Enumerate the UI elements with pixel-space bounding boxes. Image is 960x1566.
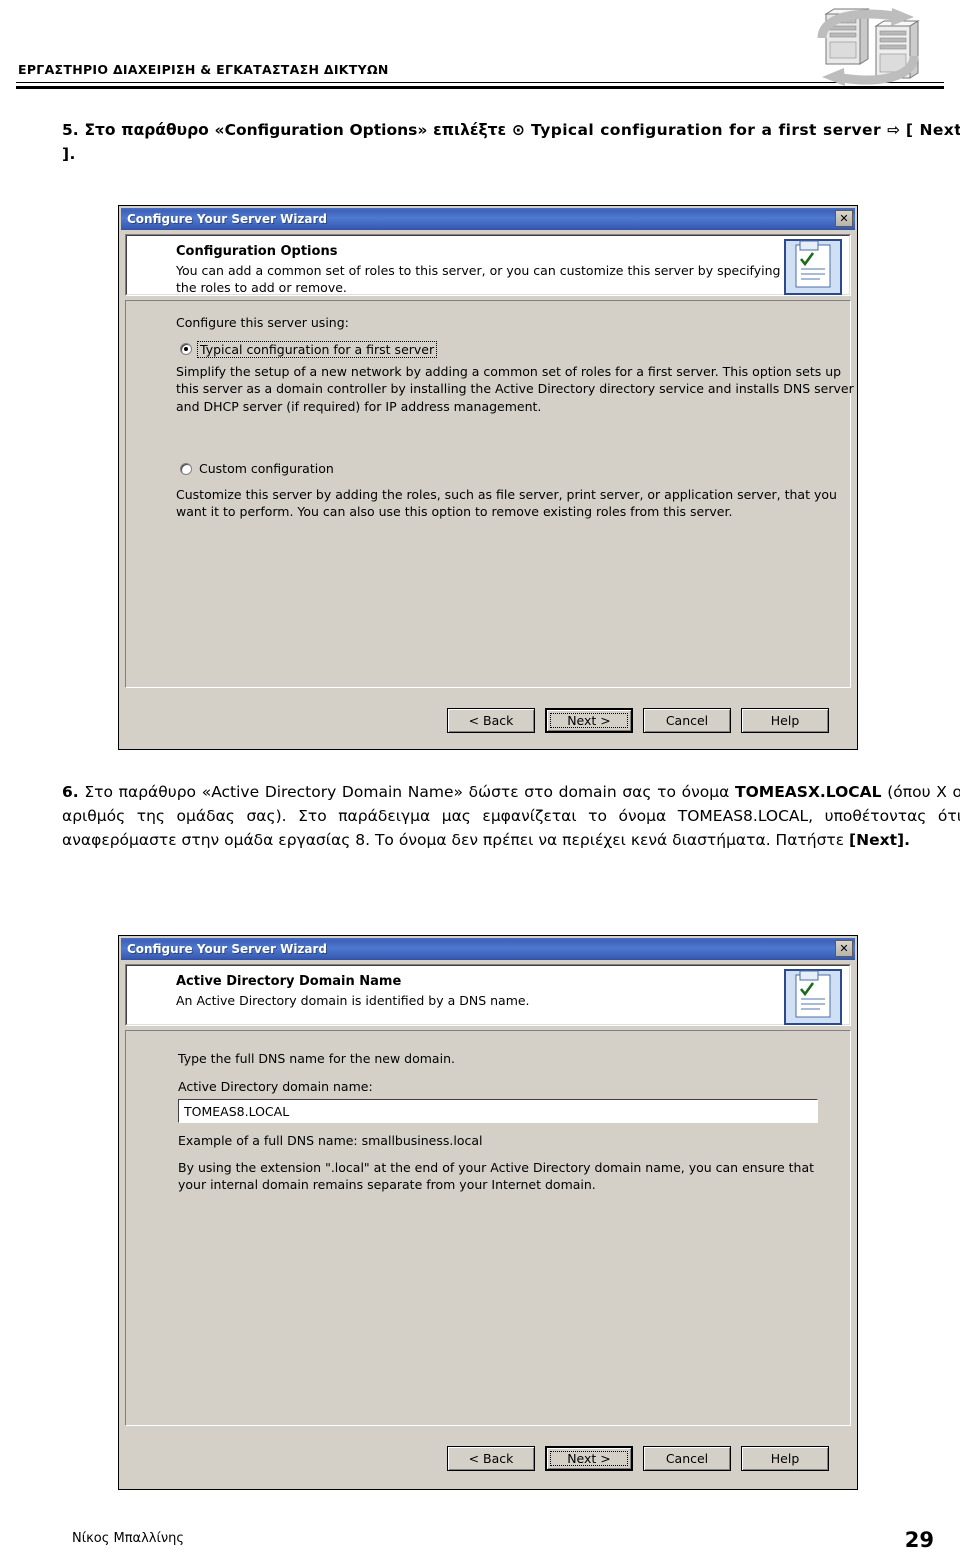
wizard-checklist-icon bbox=[784, 969, 842, 1025]
next-button-focus-ring bbox=[550, 713, 628, 728]
step-6-number: 6. bbox=[62, 783, 79, 801]
help-button[interactable]: Help bbox=[741, 708, 829, 733]
close-icon[interactable]: ✕ bbox=[835, 210, 853, 227]
dialog2-button-row: < Back Next > Cancel Help bbox=[447, 1446, 829, 1471]
page-header: ΕΡΓΑΣΤΗΡΙΟ ΔΙΑΧΕΙΡΙΣΗ & ΕΓΚΑΤΑΣΤΑΣΗ ΔΙΚΤ… bbox=[0, 0, 960, 96]
dialog2-body: Active Directory Domain Name An Active D… bbox=[121, 960, 855, 1487]
dialog1-header-subtitle: You can add a common set of roles to thi… bbox=[176, 263, 781, 295]
cancel-button[interactable]: Cancel bbox=[643, 708, 731, 733]
dialog1-header-title: Configuration Options bbox=[176, 244, 338, 259]
radio-custom-configuration[interactable]: Custom configuration bbox=[180, 461, 334, 476]
step-6-line1: Στο παράθυρο «Active Directory Domain Na… bbox=[84, 783, 730, 801]
radio-typical-configuration-label: Typical configuration for a first server bbox=[197, 341, 438, 358]
step-5-number: 5. bbox=[62, 121, 79, 139]
cancel-button[interactable]: Cancel bbox=[643, 1446, 731, 1471]
dialog1-header-panel: Configuration Options You can add a comm… bbox=[125, 234, 851, 296]
wizard-checklist-icon bbox=[784, 239, 842, 295]
dialog1-content-panel: Configure this server using: Typical con… bbox=[125, 300, 854, 688]
close-icon[interactable]: ✕ bbox=[835, 940, 853, 957]
next-button-focus-ring bbox=[550, 1451, 628, 1466]
radio-glyph-icon: ⊙ bbox=[511, 121, 525, 139]
step-6-next-bold: [Next]. bbox=[849, 831, 910, 850]
dialog1-title: Configure Your Server Wizard bbox=[127, 212, 328, 226]
next-button[interactable]: Next > bbox=[545, 708, 633, 733]
help-button[interactable]: Help bbox=[741, 1446, 829, 1471]
dialog1-option2-description: Customize this server by adding the role… bbox=[176, 487, 837, 520]
configure-server-wizard-dialog-2[interactable]: Configure Your Server Wizard ✕ Active Di… bbox=[118, 935, 858, 1490]
step-6-paragraph: 6. Στο παράθυρο «Active Directory Domain… bbox=[62, 780, 960, 852]
step-5-option: Typical configuration for a first server bbox=[524, 121, 888, 139]
dialog2-content-panel: Type the full DNS name for the new domai… bbox=[125, 1030, 851, 1426]
radio-custom-configuration-indicator[interactable] bbox=[180, 463, 192, 475]
dialog2-instruction: Type the full DNS name for the new domai… bbox=[178, 1051, 455, 1066]
dialog1-group-label: Configure this server using: bbox=[176, 315, 349, 330]
radio-custom-configuration-label: Custom configuration bbox=[199, 461, 334, 476]
configure-server-wizard-dialog-1[interactable]: Configure Your Server Wizard ✕ Configura… bbox=[118, 205, 858, 750]
radio-typical-configuration-indicator[interactable] bbox=[180, 343, 192, 355]
domain-name-input[interactable]: TOMEAS8.LOCAL bbox=[178, 1099, 818, 1123]
back-button[interactable]: < Back bbox=[447, 1446, 535, 1471]
footer-author: Νίκος Μπαλλίνης bbox=[72, 1531, 185, 1546]
back-button[interactable]: < Back bbox=[447, 708, 535, 733]
header-title: ΕΡΓΑΣΤΗΡΙΟ ΔΙΑΧΕΙΡΙΣΗ & ΕΓΚΑΤΑΣΤΑΣΗ ΔΙΚΤ… bbox=[18, 62, 389, 77]
dialog2-header-panel: Active Directory Domain Name An Active D… bbox=[125, 964, 851, 1026]
dialog2-note-text: By using the extension ".local" at the e… bbox=[178, 1160, 815, 1193]
domain-name-field-label: Active Directory domain name: bbox=[178, 1079, 373, 1094]
footer-page-number: 29 bbox=[904, 1528, 934, 1552]
step-6-domain-bold: TOMEASX.LOCAL bbox=[735, 783, 882, 801]
dialog1-button-row: < Back Next > Cancel Help bbox=[447, 708, 829, 733]
dialog1-body: Configuration Options You can add a comm… bbox=[121, 230, 855, 747]
dialog1-titlebar[interactable]: Configure Your Server Wizard ✕ bbox=[121, 208, 855, 230]
dialog2-title: Configure Your Server Wizard bbox=[127, 942, 328, 956]
next-button[interactable]: Next > bbox=[545, 1446, 633, 1471]
server-stack-refresh-icon bbox=[817, 8, 920, 86]
step-5-paragraph: 5. Στο παράθυρο «Configuration Options» … bbox=[62, 118, 960, 166]
header-rule bbox=[16, 86, 944, 89]
step-6-line4: όνομα δεν πρέπει να περιέχει κενά διαστή… bbox=[398, 831, 850, 850]
dialog2-header-title: Active Directory Domain Name bbox=[176, 974, 402, 989]
radio-typical-configuration[interactable]: Typical configuration for a first server bbox=[180, 341, 438, 358]
step-5-text-before: Στο παράθυρο «Configuration Options» επι… bbox=[84, 121, 512, 139]
dialog2-titlebar[interactable]: Configure Your Server Wizard ✕ bbox=[121, 938, 855, 960]
dialog1-option1-description: Simplify the setup of a new network by a… bbox=[176, 364, 854, 414]
dialog2-example-text: Example of a full DNS name: smallbusines… bbox=[178, 1133, 483, 1148]
arrow-right-icon: ⇨ bbox=[887, 121, 901, 139]
dialog2-header-subtitle: An Active Directory domain is identified… bbox=[176, 993, 530, 1008]
